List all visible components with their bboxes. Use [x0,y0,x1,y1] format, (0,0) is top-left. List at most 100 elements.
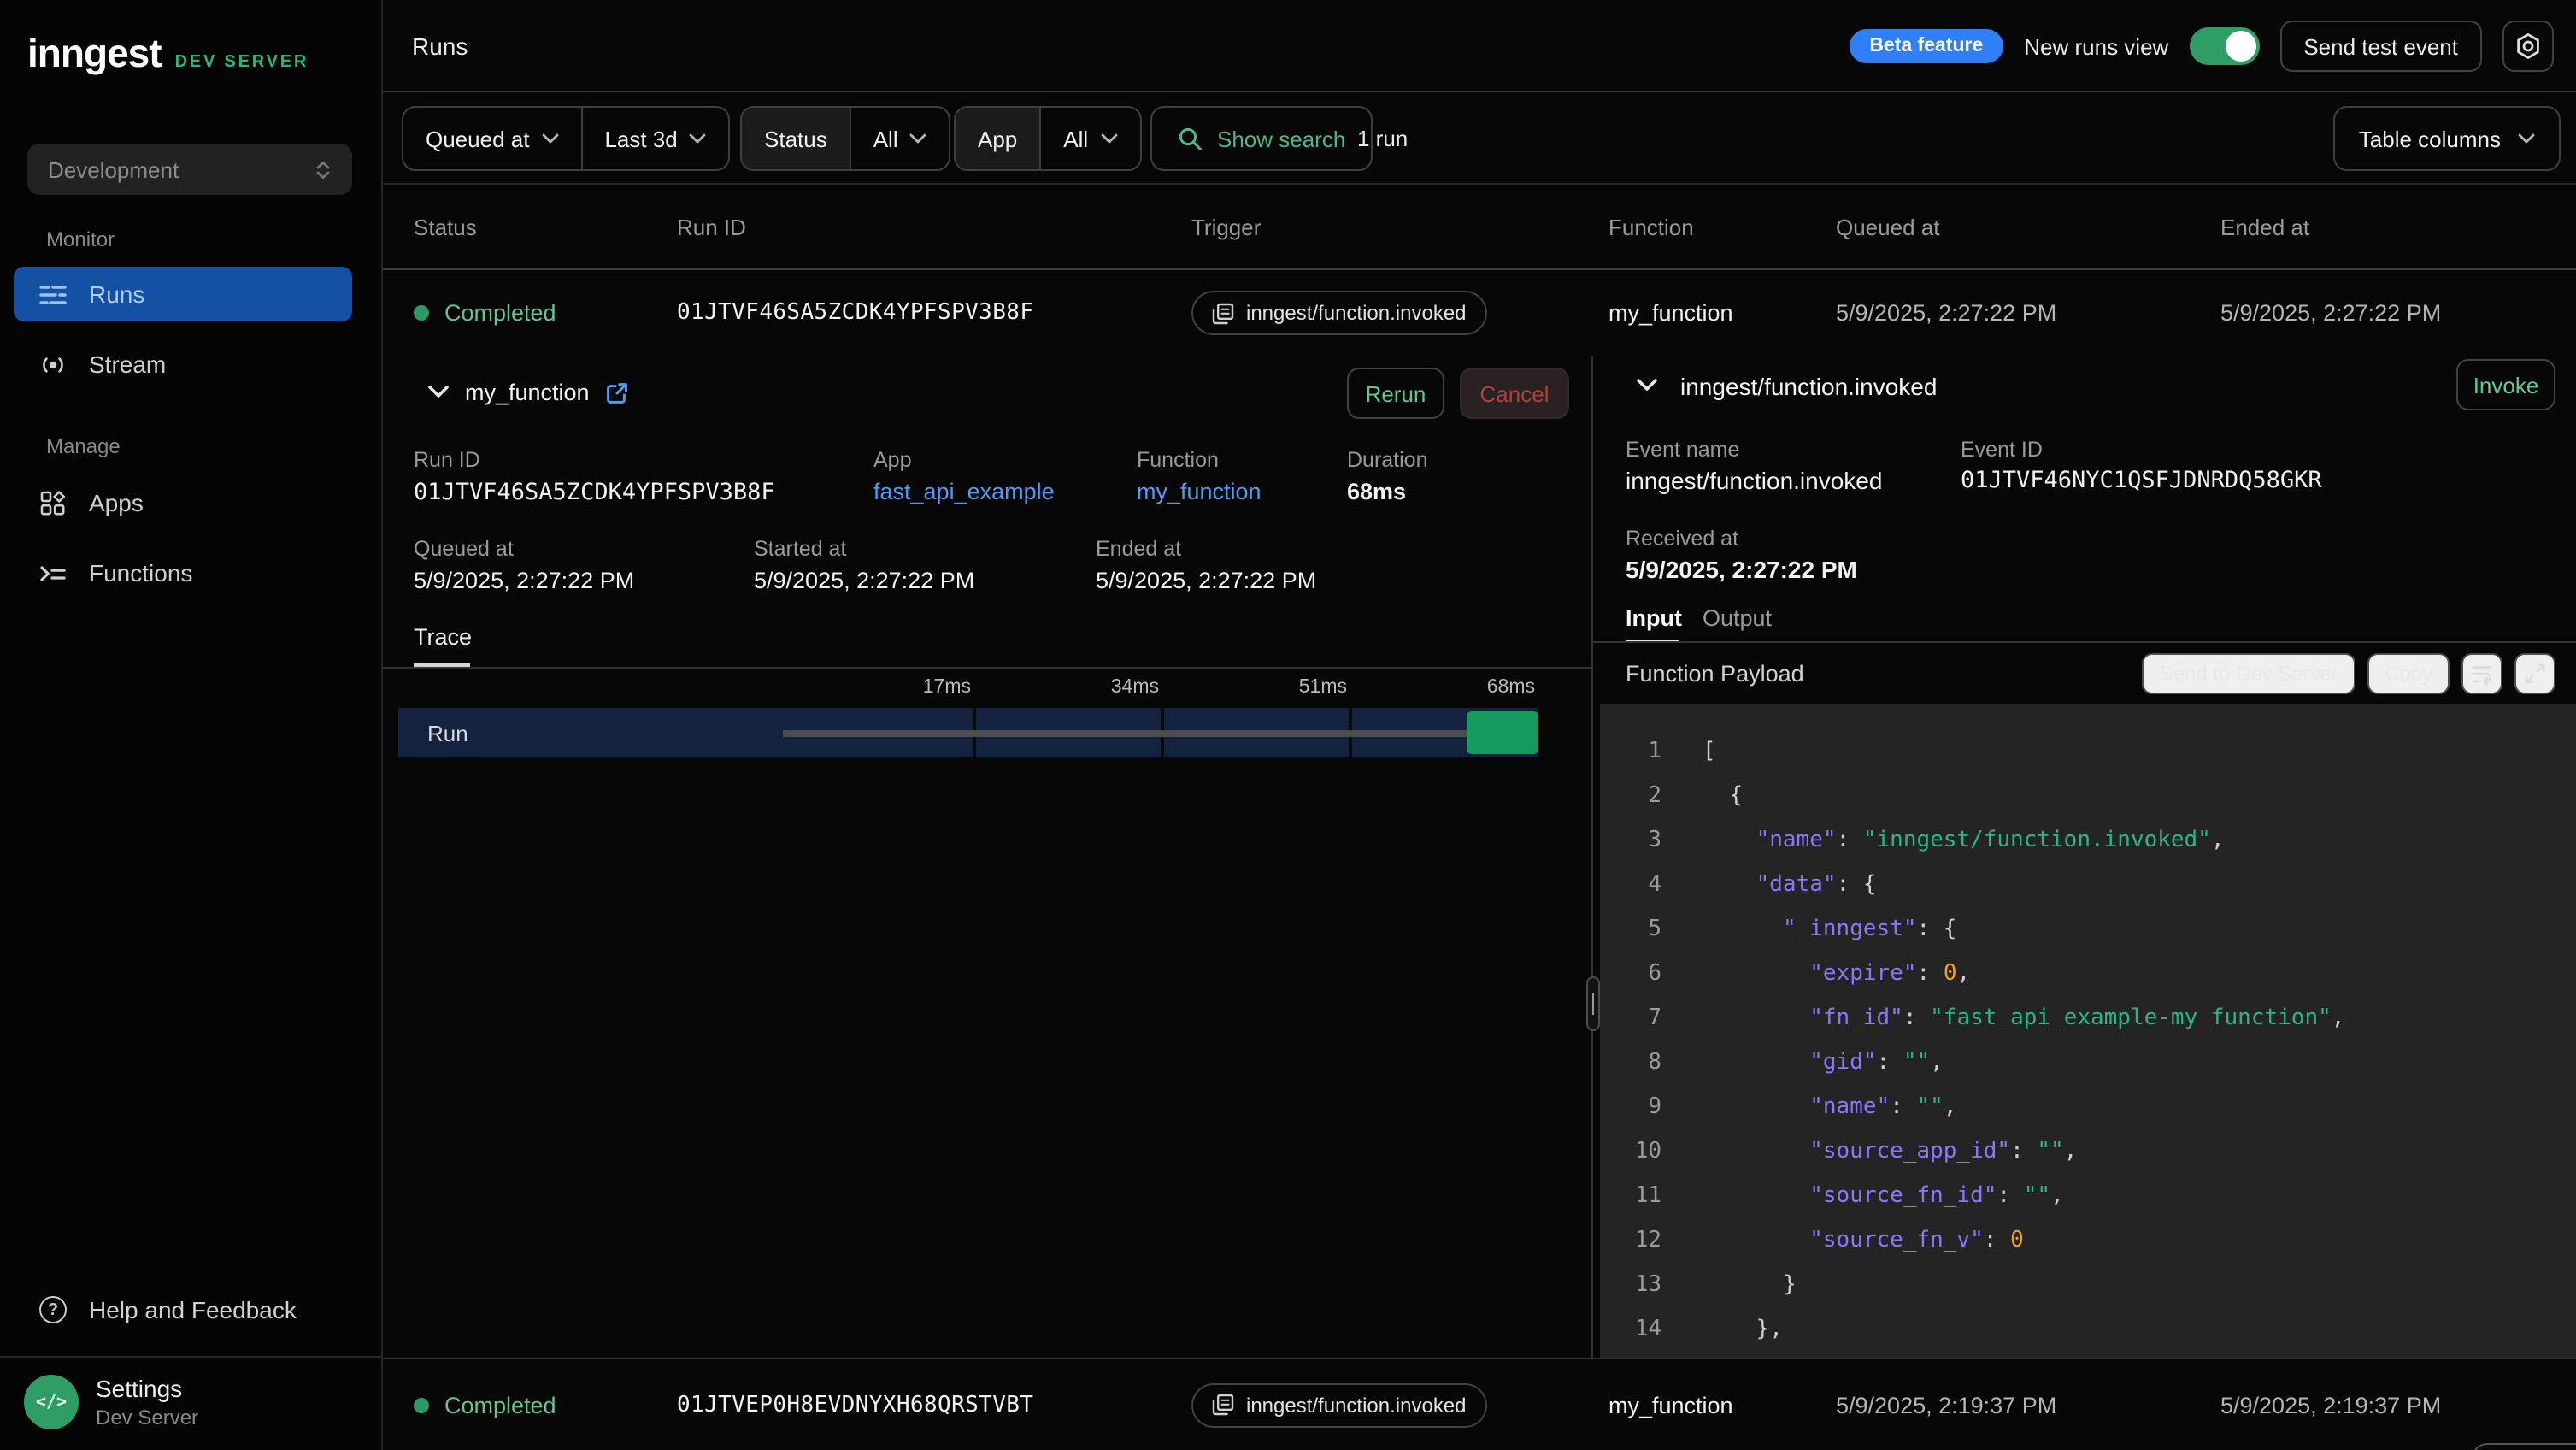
status-filter-dropdown[interactable]: All [850,108,950,169]
line-number: 1 [1600,738,1661,763]
line-number: 10 [1600,1138,1661,1164]
app-link[interactable]: fast_api_example [873,479,1055,504]
sidebar-item-apps[interactable]: Apps [14,475,352,530]
row-function: my_function [1609,300,1733,326]
code-line: 9 "name": "", [1600,1084,2576,1129]
help-and-feedback[interactable]: ? Help and Feedback [14,1282,352,1337]
line-number: 9 [1600,1093,1661,1119]
row-queued-at: 5/9/2025, 2:27:22 PM [1836,300,2056,326]
status-filter-label-segment: Status [742,108,850,169]
table-row[interactable]: Completed 01JTVF46SA5ZCDK4YPFSPV3B8F inn… [383,270,2576,356]
settings-entry[interactable]: </> Settings Dev Server [24,1375,198,1429]
sidebar-item-runs-label: Runs [89,280,144,308]
settings-gear-button[interactable] [2502,21,2554,72]
col-run-id: Run ID [677,214,746,239]
show-search-button[interactable]: Show search [1150,106,1373,171]
code-text: [ [1703,738,1716,763]
app-label: App [873,448,912,472]
environment-select[interactable]: Development [27,144,352,195]
code-line: 8 "gid": "", [1600,1040,2576,1084]
invoke-button[interactable]: Invoke [2456,359,2555,410]
help-icon: ? [39,1296,67,1323]
code-line: 13 } [1600,1262,2576,1306]
function-link[interactable]: my_function [1137,479,1262,504]
sidebar-item-apps-label: Apps [89,489,144,516]
send-test-event-button[interactable]: Send test event [2279,21,2482,72]
code-avatar-icon: </> [24,1375,79,1429]
chevron-down-icon [2518,133,2535,144]
timeline-tick: 51ms [1248,677,1347,698]
event-name-label: Event name [1626,438,1739,462]
queued-at-value: 5/9/2025, 2:27:22 PM [414,568,634,593]
app-filter-value: All [1063,126,1088,151]
started-at-label: Started at [754,537,846,561]
gear-icon [2514,32,2542,60]
sidebar-section-manage: Manage [46,434,121,458]
external-link-icon[interactable] [605,380,629,404]
code-text: "name": "inngest/function.invoked", [1703,827,2225,852]
line-number: 2 [1600,782,1661,808]
sidebar-item-stream-label: Stream [89,351,166,378]
payload-code-editor[interactable]: 1 [2 {3 "name": "inngest/function.invoked… [1600,704,2576,1358]
line-number: 3 [1600,827,1661,852]
sidebar-item-stream[interactable]: Stream [14,337,352,392]
chevron-down-icon [1100,133,1117,144]
code-text: "expire": 0, [1703,960,1970,986]
sidebar-item-runs[interactable]: Runs [14,267,352,321]
col-function: Function [1609,214,1694,239]
collapse-run-button[interactable] [427,385,450,400]
app-filter-dropdown[interactable]: All [1039,108,1139,169]
app-window: inngest DEV SERVER Development Monitor R… [0,0,2576,1450]
time-range-dropdown-label: Last 3d [604,126,677,151]
code-text: "gid": "", [1703,1049,1944,1075]
trace-run-label: Run [427,720,468,746]
time-range-dropdown[interactable]: Last 3d [580,108,728,169]
event-icon [1212,1394,1234,1416]
sidebar-item-functions[interactable]: Functions [14,545,352,600]
send-to-dev-server-button[interactable]: Send to Dev Server [2143,653,2355,694]
status-filter-group: Status All [740,106,951,171]
row-function: my_function [1609,1392,1733,1418]
code-line: 7 "fn_id": "fast_api_example-my_function… [1600,995,2576,1040]
expand-button[interactable] [2514,653,2555,694]
environment-select-value: Development [48,156,179,182]
rerun-button[interactable]: Rerun [1347,368,1444,419]
table-columns-button[interactable]: Table columns [2333,106,2561,171]
cancel-button[interactable]: Cancel [1460,368,1569,419]
table-row[interactable]: Completed 01JTVEP0H8EVDNYXH68QRSTVBT inn… [383,1358,2576,1450]
tab-input[interactable]: Input [1626,605,1682,631]
trace-run-row[interactable]: Run [398,708,1538,757]
partial-hidden-button [2472,1443,2576,1450]
word-wrap-button[interactable] [2461,653,2502,694]
trigger-pill[interactable]: inngest/function.invoked [1191,1382,1487,1427]
search-icon [1178,126,1203,151]
panel-resize-handle[interactable] [1586,976,1600,1031]
line-number: 4 [1600,871,1661,897]
duration-label: Duration [1347,448,1428,472]
logo: inngest DEV SERVER [27,31,309,77]
code-text: "source_fn_v": 0 [1703,1227,2024,1253]
expand-icon [2523,662,2547,686]
collapse-event-button[interactable] [1636,378,1658,393]
chevron-down-icon [910,133,927,144]
trigger-pill[interactable]: inngest/function.invoked [1191,291,1487,335]
new-runs-view-toggle[interactable] [2189,27,2259,65]
settings-sublabel: Dev Server [96,1406,198,1429]
ended-at-label: Ended at [1096,537,1181,561]
tab-trace[interactable]: Trace [414,624,472,650]
run-id-label: Run ID [414,448,480,472]
duration-value: 68ms [1347,479,1406,504]
code-text: "name": "", [1703,1093,1956,1119]
tab-output[interactable]: Output [1703,605,1772,631]
time-filter-group: Queued at Last 3d [402,106,731,171]
col-queued-at: Queued at [1836,214,1939,239]
code-text: { [1703,782,1743,808]
show-search-label: Show search [1217,126,1345,151]
row-status: Completed [414,300,556,326]
copy-button[interactable]: Copy [2367,653,2450,694]
app-filter-label-segment: App [956,108,1039,169]
trigger-name: inngest/function.invoked [1246,1393,1467,1417]
status-filter-value: All [873,126,898,151]
queued-at-dropdown[interactable]: Queued at [403,108,580,169]
word-wrap-icon [2470,662,2494,686]
